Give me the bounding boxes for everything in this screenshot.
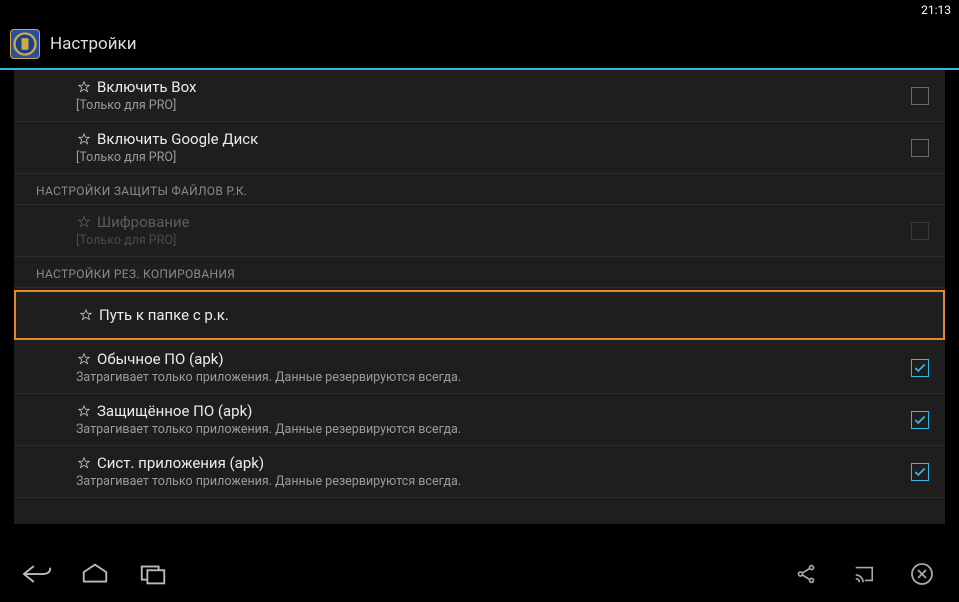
status-bar: 21:13 <box>0 0 959 20</box>
row-subtitle: Затрагивает только приложения. Данные ре… <box>76 422 901 437</box>
row-enable-gdrive[interactable]: Включить Google Диск [Только для PRO] <box>14 122 945 174</box>
row-subtitle: Затрагивает только приложения. Данные ре… <box>76 474 901 489</box>
row-subtitle: Затрагивает только приложения. Данные ре… <box>76 370 901 385</box>
close-icon[interactable] <box>907 559 937 589</box>
row-encryption: Шифрование [Только для PRO] <box>14 205 945 257</box>
checkbox <box>911 222 929 240</box>
checkbox[interactable] <box>911 463 929 481</box>
row-enable-box[interactable]: Включить Box [Только для PRO] <box>14 70 945 122</box>
checkbox[interactable] <box>911 139 929 157</box>
checkbox[interactable] <box>911 359 929 377</box>
star-icon <box>76 456 91 471</box>
status-time: 21:13 <box>921 3 951 17</box>
app-header: Настройки <box>0 20 959 68</box>
row-subtitle: [Только для PRO] <box>76 233 901 248</box>
home-button[interactable] <box>80 559 110 589</box>
row-title: Защищённое ПО (apk) <box>97 402 252 420</box>
row-title: Путь к папке с р.к. <box>99 306 229 324</box>
back-button[interactable] <box>22 559 52 589</box>
section-header-backup: НАСТРОЙКИ РЕЗ. КОПИРОВАНИЯ <box>14 257 945 288</box>
row-title: Включить Box <box>97 78 196 96</box>
row-backup-path[interactable]: Путь к папке с р.к. <box>14 290 945 340</box>
row-title: Шифрование <box>97 213 190 231</box>
row-subtitle: [Только для PRO] <box>76 98 901 113</box>
checkbox[interactable] <box>911 87 929 105</box>
star-icon <box>76 215 91 230</box>
cast-icon[interactable] <box>849 559 879 589</box>
row-title: Обычное ПО (apk) <box>97 350 224 368</box>
settings-list[interactable]: Включить Box [Только для PRO] Включить G… <box>14 70 945 524</box>
row-normal-apk[interactable]: Обычное ПО (apk) Затрагивает только прил… <box>14 342 945 394</box>
row-protected-apk[interactable]: Защищённое ПО (apk) Затрагивает только п… <box>14 394 945 446</box>
share-icon[interactable] <box>791 559 821 589</box>
header-title: Настройки <box>50 34 137 54</box>
star-icon <box>78 308 93 323</box>
recents-button[interactable] <box>138 559 168 589</box>
section-header-protection: НАСТРОЙКИ ЗАЩИТЫ ФАЙЛОВ Р.К. <box>14 174 945 205</box>
star-icon <box>76 352 91 367</box>
navigation-bar <box>0 546 959 602</box>
star-icon <box>76 132 91 147</box>
app-icon <box>10 29 40 59</box>
row-system-apk[interactable]: Сист. приложения (apk) Затрагивает тольк… <box>14 446 945 498</box>
star-icon <box>76 404 91 419</box>
row-title: Включить Google Диск <box>97 130 258 148</box>
row-title: Сист. приложения (apk) <box>97 454 264 472</box>
star-icon <box>76 80 91 95</box>
row-subtitle: [Только для PRO] <box>76 150 901 165</box>
checkbox[interactable] <box>911 411 929 429</box>
